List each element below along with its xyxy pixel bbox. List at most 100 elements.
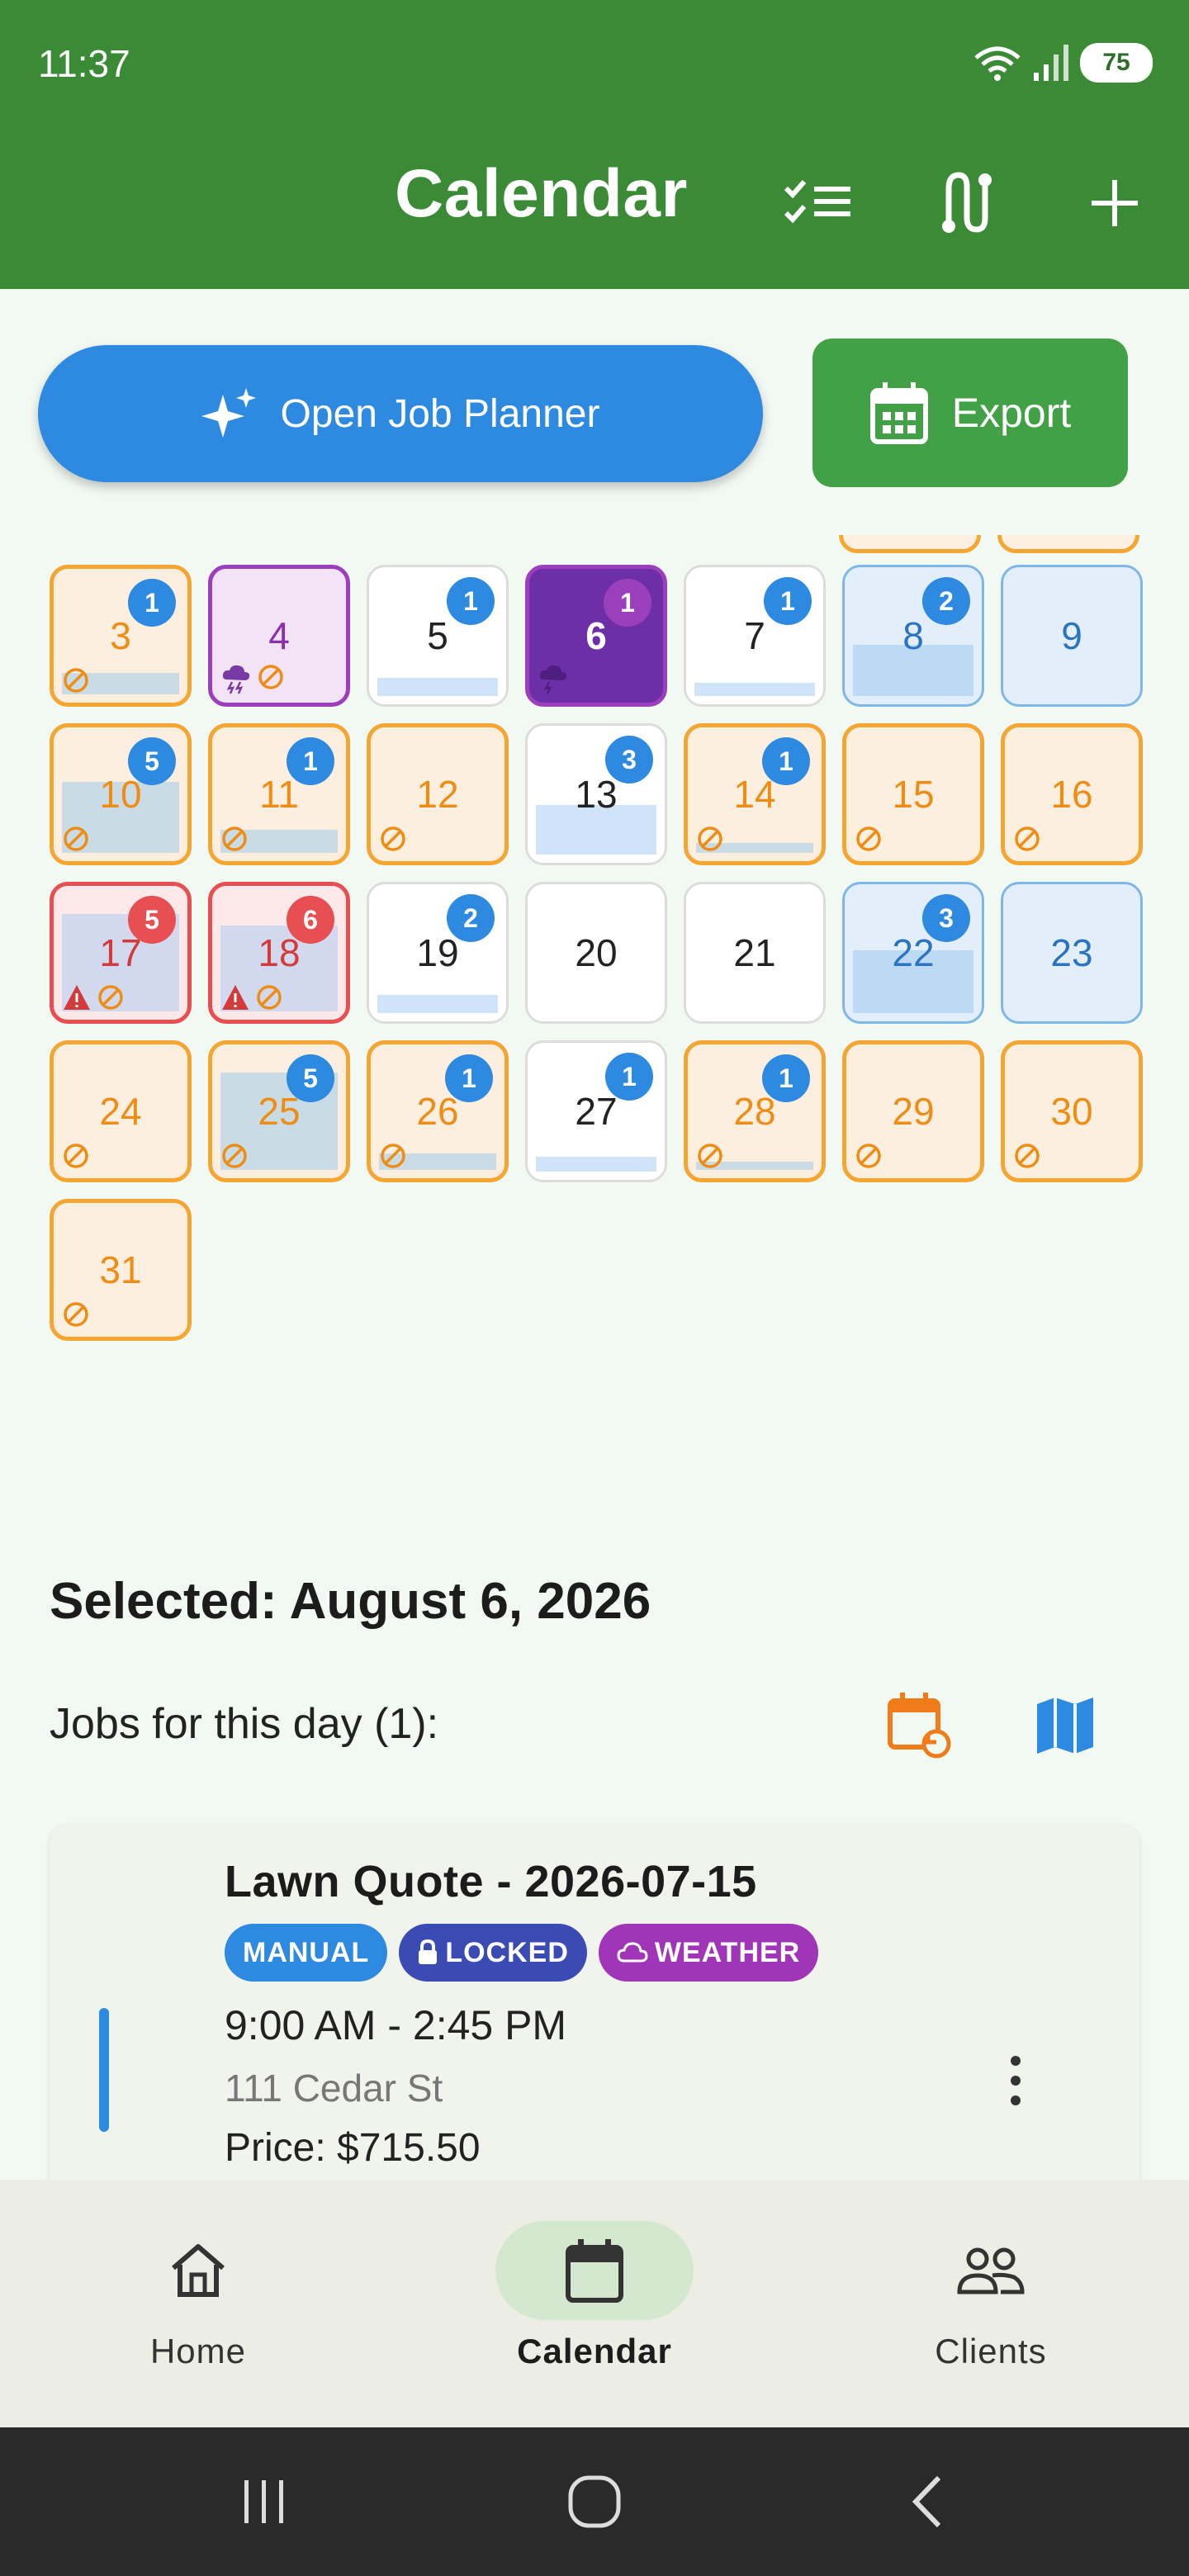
day-number: 6: [585, 614, 607, 657]
job-status-stripe: [99, 2008, 109, 2132]
calendar-day-8[interactable]: 8 2: [842, 565, 984, 707]
calendar-day-14[interactable]: 14 1: [684, 723, 826, 865]
battery-indicator: 75: [1080, 43, 1153, 83]
weather-tag: WEATHER: [598, 1924, 819, 1982]
calendar-day-12[interactable]: 12: [367, 723, 509, 865]
more-options-button[interactable]: [991, 2039, 1040, 2122]
recent-apps-button[interactable]: [223, 2460, 306, 2543]
calendar-day-11[interactable]: 11 1: [208, 723, 350, 865]
page-title: Calendar: [395, 156, 688, 231]
unavailable-icon: [98, 985, 123, 1010]
calendar-day-31[interactable]: 31: [50, 1199, 192, 1341]
plus-icon: [1092, 180, 1138, 226]
calendar-day-5[interactable]: 5 1: [367, 565, 509, 707]
open-job-planner-button[interactable]: Open Job Planner: [38, 345, 763, 482]
unavailable-icon: [698, 1144, 722, 1168]
calendar-day-16[interactable]: 16: [1001, 723, 1143, 865]
calendar-day-21[interactable]: 21: [684, 882, 826, 1024]
job-count-badge: 1: [287, 737, 334, 785]
calendar-day-3[interactable]: 3 1: [50, 565, 192, 707]
home-circle-icon: [568, 2475, 621, 2528]
nav-home-label: Home: [149, 2332, 247, 2370]
calendar-day-17[interactable]: 17 5: [50, 882, 192, 1024]
calendar-day-10[interactable]: 10 5: [50, 723, 192, 865]
sparkles-icon: [201, 388, 256, 438]
nav-clients[interactable]: Clients: [867, 2221, 1115, 2371]
checklist-button[interactable]: [776, 162, 859, 244]
day-number: 12: [416, 773, 459, 816]
add-job-button[interactable]: [1073, 162, 1156, 244]
workload-bar: [694, 683, 815, 696]
unavailable-icon: [1015, 826, 1040, 851]
unavailable-icon: [222, 826, 247, 851]
workload-bar: [377, 995, 498, 1013]
calendar-day-18[interactable]: 18 6: [208, 882, 350, 1024]
day-number: 31: [99, 1248, 142, 1291]
nav-calendar[interactable]: Calendar: [471, 2221, 718, 2371]
jobs-count-label: Jobs for this day (1):: [50, 1700, 439, 1748]
unavailable-icon: [1015, 1144, 1040, 1168]
calendar-day-30[interactable]: 30: [1001, 1040, 1143, 1182]
home-icon: [172, 2244, 225, 2297]
calendar-day-26[interactable]: 26 1: [367, 1040, 509, 1182]
back-icon: [912, 2475, 941, 2528]
job-count-badge: 2: [447, 894, 495, 942]
job-count-badge: 1: [447, 577, 495, 625]
calendar-day-13[interactable]: 13 3: [525, 723, 667, 865]
calendar-day-28[interactable]: 28 1: [684, 1040, 826, 1182]
unavailable-icon: [222, 1144, 247, 1168]
day-number: 30: [1050, 1090, 1093, 1133]
bottom-navigation: Home Calendar Clients: [0, 2180, 1189, 2427]
calendar-day-9[interactable]: 9: [1001, 565, 1143, 707]
day-number: 24: [99, 1090, 142, 1133]
job-time: 9:00 AM - 2:45 PM: [225, 2002, 567, 2048]
system-navigation-bar: [0, 2427, 1189, 2576]
locked-tag-label: LOCKED: [445, 1936, 569, 1968]
calendar-day-29[interactable]: 29: [842, 1040, 984, 1182]
job-count-badge: 5: [287, 1054, 334, 1102]
day-number: 15: [892, 773, 935, 816]
calendar-day-4[interactable]: 4: [208, 565, 350, 707]
calendar-day-15[interactable]: 15: [842, 723, 984, 865]
job-price: Price: $715.50: [225, 2126, 481, 2170]
day-number: 21: [733, 931, 776, 974]
calendar-day-19[interactable]: 19 2: [367, 882, 509, 1024]
nav-home[interactable]: Home: [74, 2221, 322, 2371]
manual-tag: MANUAL: [225, 1924, 388, 1982]
calendar-day-7[interactable]: 7 1: [684, 565, 826, 707]
day-number: 20: [575, 931, 618, 974]
calendar-day-25[interactable]: 25 5: [208, 1040, 350, 1182]
lock-icon: [419, 1939, 438, 1964]
back-button[interactable]: [887, 2460, 969, 2543]
reschedule-button[interactable]: [879, 1684, 961, 1767]
calendar-day-6-selected[interactable]: 6 1: [525, 565, 667, 707]
day-number: 8: [902, 614, 924, 657]
route-button[interactable]: [925, 162, 1007, 244]
day-number: 22: [892, 931, 935, 974]
calendar-day-24[interactable]: 24: [50, 1040, 192, 1182]
calendar-day-20[interactable]: 20: [525, 882, 667, 1024]
checklist-icon: [784, 180, 850, 224]
map-view-button[interactable]: [1024, 1684, 1106, 1767]
people-icon: [957, 2247, 1025, 2294]
job-count-badge: 2: [922, 577, 970, 625]
app-header: 11:37 75 Calendar: [0, 0, 1189, 289]
signal-icon: [1034, 45, 1068, 81]
calendar-day-23[interactable]: 23: [1001, 882, 1143, 1024]
calendar-day-27[interactable]: 27 1: [525, 1040, 667, 1182]
warning-icon: [222, 985, 249, 1010]
unavailable-icon: [64, 1144, 88, 1168]
calendar-day-22[interactable]: 22 3: [842, 882, 984, 1024]
job-count-badge: 1: [604, 579, 651, 627]
day-number: 19: [416, 931, 459, 974]
day-number: 9: [1061, 614, 1082, 657]
job-card[interactable]: Lawn Quote - 2026-07-15 MANUAL LOCKED WE…: [50, 1825, 1139, 2196]
storm-icon: [539, 665, 567, 694]
unavailable-icon: [381, 1144, 405, 1168]
day-number: 23: [1050, 931, 1093, 974]
export-button[interactable]: Export: [812, 339, 1128, 487]
home-system-button[interactable]: [553, 2460, 636, 2543]
day-number: 7: [744, 614, 765, 657]
export-label: Export: [951, 390, 1072, 436]
day-number: 29: [892, 1090, 935, 1133]
